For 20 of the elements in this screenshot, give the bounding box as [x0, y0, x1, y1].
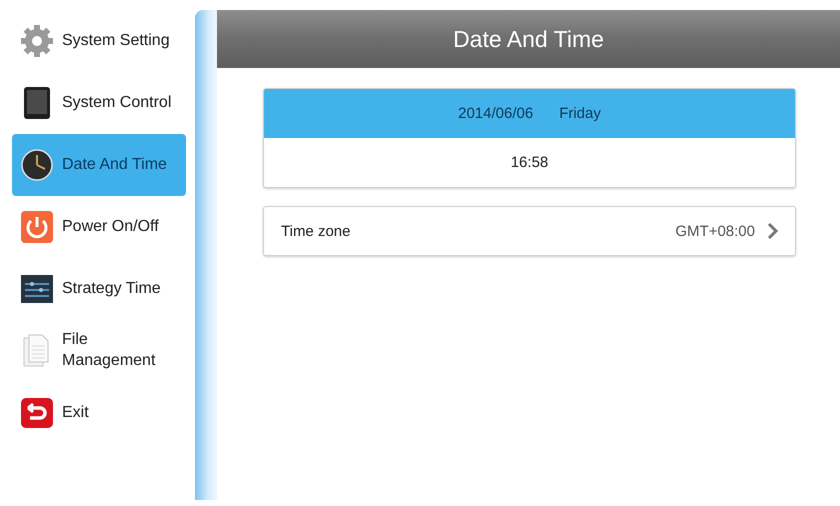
weekday-text: Friday [559, 105, 601, 122]
gear-icon [20, 24, 54, 58]
chevron-icon [767, 222, 779, 240]
date-text: 2014/06/06 [458, 105, 534, 122]
sidebar-item[interactable]: Power On/Off [12, 196, 186, 258]
sidebar-item[interactable]: System Control [12, 72, 186, 134]
sidebar-item[interactable]: File Management [12, 320, 186, 382]
clock-icon [20, 148, 54, 182]
page-title: Date And Time [453, 26, 604, 52]
sliders-icon [20, 272, 54, 306]
sidebar-item[interactable]: Exit [12, 382, 186, 444]
sidebar-item[interactable]: Strategy Time [12, 258, 186, 320]
time-zone-value: GMT+08:00 [675, 222, 755, 240]
sidebar-item[interactable]: Date And Time [12, 134, 186, 196]
exit-icon [20, 396, 54, 430]
time-zone-label: Time zone [281, 222, 350, 240]
time-zone-row[interactable]: Time zone GMT+08:00 [263, 206, 796, 256]
sidebar-item[interactable]: System Setting [12, 10, 186, 72]
power-icon [20, 210, 54, 244]
time-text: 16:58 [510, 154, 548, 171]
